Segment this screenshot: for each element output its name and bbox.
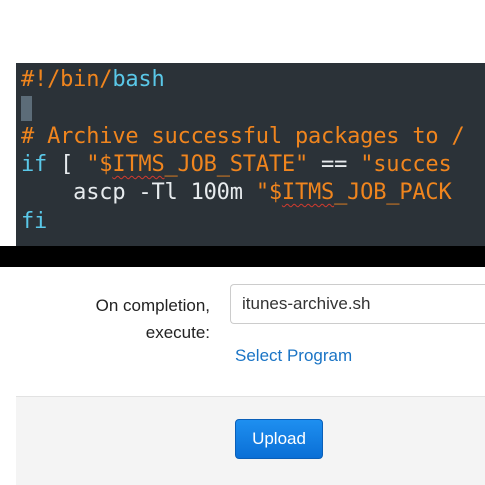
form-footer: Upload bbox=[16, 396, 485, 485]
upload-button[interactable]: Upload bbox=[235, 419, 323, 459]
code-line: if [ "$ITMS_JOB_STATE" == "succes bbox=[21, 151, 452, 179]
code-token: / bbox=[99, 67, 113, 92]
code-line: ascp -Tl 100m "$ITMS_JOB_PACK bbox=[21, 179, 452, 207]
completion-label: On completion, execute: bbox=[96, 292, 210, 346]
code-token: "$ bbox=[255, 180, 282, 205]
text-cursor bbox=[21, 96, 32, 121]
code-token: ascp -Tl 100m bbox=[21, 180, 256, 205]
completion-label-line1: On completion, bbox=[95, 296, 210, 315]
code-token: fi bbox=[21, 209, 48, 234]
code-token: ITMS bbox=[281, 180, 335, 205]
code-token: [ bbox=[47, 152, 87, 177]
code-token: bash bbox=[112, 67, 165, 92]
code-token: "succes bbox=[360, 152, 452, 177]
program-path-input[interactable]: itunes-archive.sh bbox=[230, 284, 485, 324]
code-token: _JOB_PACK bbox=[334, 180, 452, 205]
code-line: fi bbox=[21, 208, 47, 236]
script-editor[interactable]: #!/bin/bash # Archive successful packages… bbox=[16, 63, 485, 246]
code-token: # Archive successful packages to / bbox=[21, 124, 465, 149]
code-token: #!/ bbox=[21, 67, 61, 92]
completion-label-line2: execute: bbox=[145, 323, 210, 342]
code-token: == bbox=[308, 152, 361, 177]
code-token: _JOB_STATE" bbox=[164, 152, 309, 177]
program-path-value: itunes-archive.sh bbox=[242, 294, 371, 313]
code-token: "$ bbox=[86, 152, 113, 177]
code-token: if bbox=[21, 152, 48, 177]
code-token: bin bbox=[60, 67, 100, 92]
code-line: # Archive successful packages to / bbox=[21, 123, 465, 151]
divider-bar bbox=[0, 246, 485, 267]
select-program-link[interactable]: Select Program bbox=[235, 346, 352, 366]
code-line: #!/bin/bash bbox=[21, 66, 165, 94]
code-token: ITMS bbox=[112, 152, 165, 177]
